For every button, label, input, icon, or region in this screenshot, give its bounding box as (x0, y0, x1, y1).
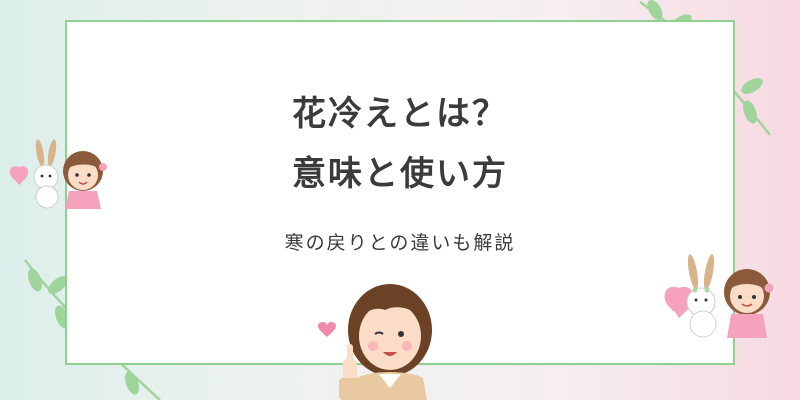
pointing-woman-icon (339, 284, 432, 400)
page-title-line1: 花冷えとは？ (292, 94, 508, 134)
girl-and-bunny-right-icon (664, 254, 774, 338)
page-title-line2: 意味と使い方 (292, 154, 508, 194)
heart-icon (318, 322, 336, 337)
girl-and-bunny-left-icon (9, 139, 107, 209)
